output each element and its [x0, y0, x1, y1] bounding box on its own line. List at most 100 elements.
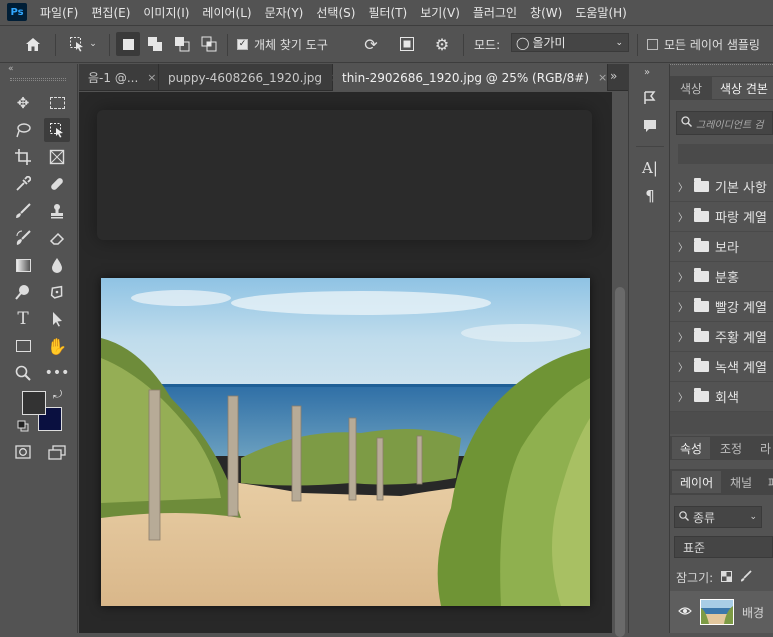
more-tools-icon[interactable]: •••	[44, 361, 70, 385]
menu-image[interactable]: 이미지(I)	[143, 4, 189, 21]
gear-icon[interactable]: ⚙	[430, 32, 454, 56]
add-to-selection-button[interactable]	[143, 32, 167, 56]
tab-document-puppy[interactable]: puppy-4608266_1920.jpg ×	[159, 64, 340, 91]
gradient-group-grays[interactable]: 〉 회색	[670, 382, 773, 412]
crop-tool-icon[interactable]	[10, 145, 36, 169]
marquee-tool-icon[interactable]	[44, 91, 70, 115]
tab-document-1[interactable]: 음-1 @... ×	[79, 64, 159, 91]
blend-mode-select[interactable]: 표준	[674, 536, 773, 558]
menu-filter[interactable]: 필터(T)	[368, 4, 407, 21]
vertical-scrollbar[interactable]	[612, 92, 628, 637]
close-icon[interactable]: ×	[147, 71, 156, 84]
panel-grip[interactable]	[670, 64, 773, 68]
photoshop-logo[interactable]: Ps	[7, 3, 27, 21]
tab-overflow-icon[interactable]: »	[610, 69, 617, 83]
new-selection-button[interactable]	[116, 32, 140, 56]
sample-all-layers-toggle[interactable]: 모든 레이어 샘플링	[647, 32, 760, 56]
tab-adjustments[interactable]: 조정	[712, 437, 750, 459]
zoom-tool-icon[interactable]	[10, 361, 36, 385]
clone-stamp-tool-icon[interactable]	[44, 199, 70, 223]
gradient-group-basics[interactable]: 〉 기본 사항	[670, 172, 773, 202]
history-panel-icon[interactable]	[638, 86, 662, 110]
menu-window[interactable]: 창(W)	[530, 4, 562, 21]
tool-preset-picker[interactable]: ⌄	[62, 32, 104, 56]
menu-edit[interactable]: 편집(E)	[91, 4, 130, 21]
chevron-right-icon: 〉	[678, 363, 688, 374]
chevron-down-icon: ⌄	[749, 512, 757, 522]
beach-dune-photo[interactable]	[101, 278, 590, 606]
brush-tool-icon[interactable]	[10, 199, 36, 223]
tab-properties[interactable]: 속성	[672, 437, 711, 459]
move-tool-icon[interactable]: ✥	[10, 91, 36, 115]
menu-select[interactable]: 선택(S)	[316, 4, 355, 21]
default-colors-icon[interactable]	[17, 420, 29, 435]
scrollbar-thumb[interactable]	[615, 287, 625, 637]
tools-panel: « ✥ T ✋ ••• ⤾	[0, 64, 78, 633]
close-icon[interactable]: ×	[598, 71, 607, 84]
menu-file[interactable]: 파일(F)	[40, 4, 78, 21]
canvas-area[interactable]	[79, 92, 612, 633]
home-icon[interactable]	[20, 32, 46, 56]
swap-colors-icon[interactable]: ⤾	[53, 388, 62, 402]
chevron-down-icon: ⌄	[89, 39, 97, 49]
canvas-backdrop	[97, 110, 592, 240]
mode-value: 올가미	[532, 36, 566, 50]
menu-view[interactable]: 보기(V)	[420, 4, 460, 21]
character-panel-icon[interactable]: A|	[638, 156, 662, 180]
menu-type[interactable]: 문자(Y)	[265, 4, 304, 21]
lasso-tool-icon[interactable]	[10, 118, 36, 142]
healing-brush-tool-icon[interactable]	[44, 172, 70, 196]
tab-swatches[interactable]: 색상 견본	[712, 77, 773, 99]
eyedropper-tool-icon[interactable]	[10, 172, 36, 196]
expand-panels-icon[interactable]: »	[644, 67, 650, 78]
refresh-icon[interactable]: ⟳	[359, 32, 383, 56]
lock-transparent-pixels-icon[interactable]	[721, 570, 733, 585]
object-selection-tool-icon[interactable]	[44, 118, 70, 142]
history-brush-tool-icon[interactable]	[10, 226, 36, 250]
tab-document-active[interactable]: thin-2902686_1920.jpg @ 25% (RGB/8#) ×	[333, 64, 608, 91]
quick-mask-icon[interactable]	[10, 440, 36, 464]
tab-channels[interactable]: 채널	[722, 471, 760, 493]
folder-icon	[694, 388, 709, 402]
gradient-group-reds[interactable]: 〉 빨강 계열	[670, 292, 773, 322]
intersect-selection-button[interactable]	[197, 32, 221, 56]
gradient-group-blues[interactable]: 〉 파랑 계열	[670, 202, 773, 232]
paragraph-panel-icon[interactable]: ¶	[638, 184, 662, 208]
folder-icon	[694, 238, 709, 252]
subtract-selection-button[interactable]	[170, 32, 194, 56]
pen-tool-icon[interactable]	[44, 280, 70, 304]
layer-row[interactable]: 배경	[670, 591, 773, 633]
type-tool-icon[interactable]: T	[10, 307, 36, 331]
blur-tool-icon[interactable]	[44, 253, 70, 277]
gradient-group-purples[interactable]: 〉 보라	[670, 232, 773, 262]
eraser-tool-icon[interactable]	[44, 226, 70, 250]
menu-layer[interactable]: 레이어(L)	[202, 4, 251, 21]
object-finder-toggle[interactable]: ✓ 개체 찾기 도구	[237, 32, 328, 56]
collapse-panel-icon[interactable]: «	[8, 64, 14, 74]
gradient-group-greens[interactable]: 〉 녹색 계열	[670, 352, 773, 382]
layer-filter-select[interactable]: 종류 ⌄	[674, 506, 762, 528]
gradient-tool-icon[interactable]	[10, 253, 36, 277]
rectangle-tool-icon[interactable]	[10, 334, 36, 358]
panel-grip[interactable]	[10, 78, 66, 81]
gradient-group-pinks[interactable]: 〉 분홍	[670, 262, 773, 292]
foreground-color-swatch[interactable]	[22, 391, 46, 415]
mode-select[interactable]: ◯ 올가미 ⌄	[511, 33, 629, 52]
tab-paths[interactable]: 패	[760, 471, 773, 493]
tab-libraries[interactable]: 라	[752, 437, 773, 459]
tab-layers[interactable]: 레이어	[672, 471, 722, 493]
hand-tool-icon[interactable]: ✋	[44, 334, 70, 358]
show-all-objects-icon[interactable]	[395, 32, 419, 56]
tab-color[interactable]: 색상	[672, 77, 710, 99]
eye-icon[interactable]	[678, 605, 692, 619]
comments-panel-icon[interactable]	[638, 114, 662, 138]
menu-help[interactable]: 도움말(H)	[575, 4, 627, 21]
menu-plugins[interactable]: 플러그인	[473, 4, 517, 21]
frame-tool-icon[interactable]	[44, 145, 70, 169]
gradient-group-oranges[interactable]: 〉 주황 계열	[670, 322, 773, 352]
lock-image-pixels-icon[interactable]	[740, 570, 752, 585]
screen-mode-icon[interactable]	[44, 440, 70, 464]
gradient-search-field[interactable]: 그레이디언트 검	[676, 111, 773, 135]
path-selection-tool-icon[interactable]	[44, 307, 70, 331]
dodge-tool-icon[interactable]	[10, 280, 36, 304]
